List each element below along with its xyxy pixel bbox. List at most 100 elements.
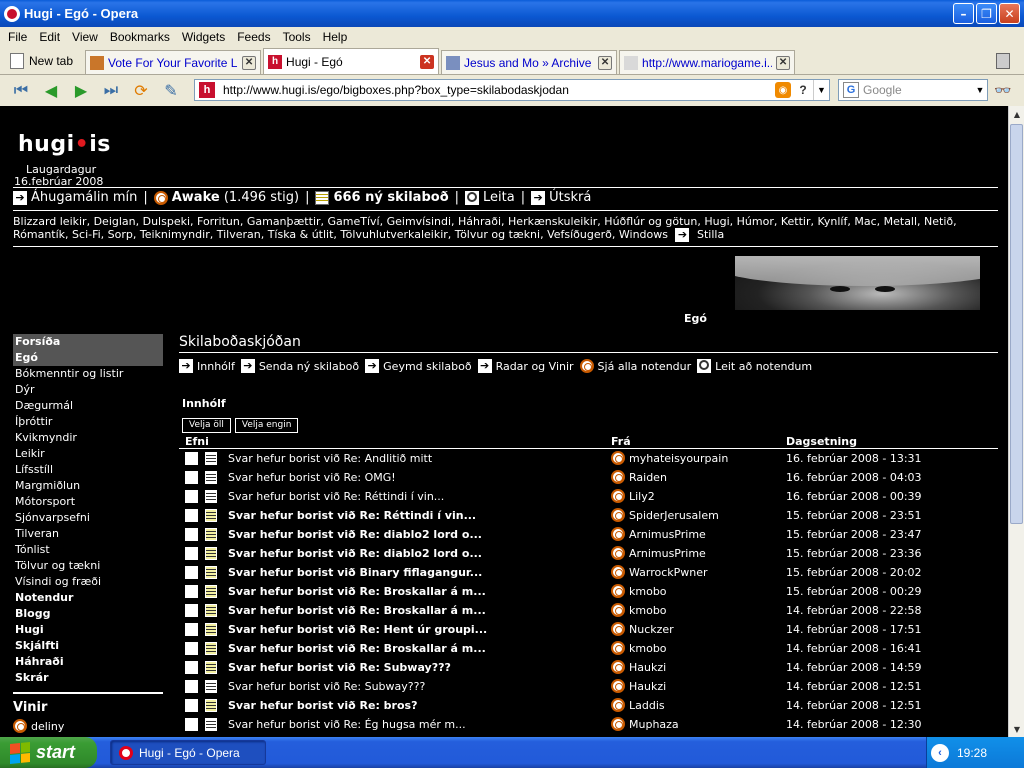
sender-name[interactable]: Haukzi xyxy=(629,680,666,693)
back-button[interactable]: ◀ xyxy=(38,79,64,101)
message-subject-link[interactable]: Svar hefur borist við Re: Subway??? xyxy=(228,680,425,693)
message-sender[interactable]: Lily2 xyxy=(611,489,655,503)
message-subject-link[interactable]: Svar hefur borist við Re: OMG! xyxy=(228,471,396,484)
sender-name[interactable]: Lily2 xyxy=(629,490,655,503)
tab-close-icon[interactable]: ✕ xyxy=(242,55,257,70)
search-link[interactable]: Leita xyxy=(483,190,515,205)
message-sender[interactable]: Haukzi xyxy=(611,660,666,674)
sidebar-item[interactable]: Margmiðlun xyxy=(13,478,163,494)
forward-button[interactable]: ▶ xyxy=(68,79,94,101)
sidebar-item[interactable]: Lífsstíll xyxy=(13,462,163,478)
message-checkbox[interactable] xyxy=(185,509,198,522)
new-tab-button[interactable]: New tab xyxy=(4,48,79,74)
sidebar-item[interactable]: Leikir xyxy=(13,446,163,462)
scroll-down-icon[interactable]: ▼ xyxy=(1009,721,1024,737)
message-subject-link[interactable]: Svar hefur borist við Re: diablo2 lord o… xyxy=(228,528,482,541)
menu-item-edit[interactable]: Edit xyxy=(33,30,66,44)
message-nav-item[interactable]: Sjá alla notendur xyxy=(579,359,691,373)
sidebar-item[interactable]: Egó xyxy=(13,350,163,366)
sender-name[interactable]: Nuckzer xyxy=(629,623,674,636)
sidebar-item[interactable]: Dægurmál xyxy=(13,398,163,414)
status-text[interactable]: Awake xyxy=(172,190,220,205)
tab-close-icon[interactable]: ✕ xyxy=(420,54,435,69)
new-messages-link[interactable]: 666 ný skilaboð xyxy=(333,190,448,205)
menu-item-bookmarks[interactable]: Bookmarks xyxy=(104,30,176,44)
edit-page-button[interactable]: ✎ xyxy=(158,79,184,101)
message-sender[interactable]: ArnimusPrime xyxy=(611,546,706,560)
sidebar-item[interactable]: Notendur xyxy=(13,590,163,606)
message-checkbox[interactable] xyxy=(185,642,198,655)
message-sender[interactable]: SpiderJerusalem xyxy=(611,508,719,522)
menu-item-file[interactable]: File xyxy=(2,30,33,44)
message-subject-link[interactable]: Svar hefur borist við Binary fiflagangur… xyxy=(228,566,482,579)
search-placeholder[interactable]: Google xyxy=(863,83,973,97)
message-nav-item[interactable]: ➔ Geymd skilaboð xyxy=(365,359,472,373)
message-subject-link[interactable]: Svar hefur borist við Re: Subway??? xyxy=(228,661,451,674)
minimize-button[interactable]: – xyxy=(953,3,974,24)
close-window-button[interactable]: ✕ xyxy=(999,3,1020,24)
friend-item[interactable]: deliny xyxy=(13,718,163,734)
message-sender[interactable]: Haukzi xyxy=(611,679,666,693)
fast-forward-button[interactable]: ⏭ xyxy=(98,79,124,101)
tab-close-icon[interactable]: ✕ xyxy=(776,55,791,70)
search-dropdown-icon[interactable]: ▼ xyxy=(973,85,987,95)
message-nav-item[interactable]: ➔ Senda ný skilaboð xyxy=(240,359,359,373)
site-info-icon[interactable]: ? xyxy=(795,83,811,97)
sidebar-item[interactable]: Dýr xyxy=(13,382,163,398)
sidebar-item[interactable]: Forsíða xyxy=(13,334,163,350)
sidebar-item[interactable]: Hugi xyxy=(13,622,163,638)
sender-name[interactable]: ArnimusPrime xyxy=(629,547,706,560)
search-field[interactable]: G Google ▼ xyxy=(838,79,988,101)
message-subject-link[interactable]: Svar hefur borist við Re: Réttindi í vin… xyxy=(228,490,444,503)
hobbies-links[interactable]: Blizzard leikir, Deiglan, Dulspeki, Forr… xyxy=(13,215,957,241)
message-sender[interactable]: Nuckzer xyxy=(611,622,674,636)
message-sender[interactable]: Muphaza xyxy=(611,717,679,731)
sender-name[interactable]: kmobo xyxy=(629,604,667,617)
hobbies-settings-link[interactable]: Stilla xyxy=(697,228,724,241)
sender-name[interactable]: Laddis xyxy=(629,699,665,712)
address-dropdown-icon[interactable]: ▼ xyxy=(813,80,829,100)
message-sender[interactable]: myhateisyourpain xyxy=(611,451,728,465)
message-checkbox[interactable] xyxy=(185,490,198,503)
rewind-button[interactable]: ⏮ xyxy=(8,79,34,101)
message-sender[interactable]: kmobo xyxy=(611,603,667,617)
friend-name[interactable]: deliny xyxy=(31,720,64,733)
tray-expand-icon[interactable]: ‹ xyxy=(931,743,949,762)
sender-name[interactable]: kmobo xyxy=(629,585,667,598)
logout-link[interactable]: Útskrá xyxy=(549,190,591,205)
trash-icon[interactable] xyxy=(996,53,1010,69)
message-nav-item[interactable]: Leit að notendum xyxy=(697,359,812,373)
sidebar-item[interactable]: Tilveran xyxy=(13,526,163,542)
sidebar-item[interactable]: Kvikmyndir xyxy=(13,430,163,446)
sidebar-item[interactable]: Háhraði xyxy=(13,654,163,670)
sender-name[interactable]: Muphaza xyxy=(629,718,679,731)
message-subject-link[interactable]: Svar hefur borist við Re: Hent úr groupi… xyxy=(228,623,487,636)
menu-item-feeds[interactable]: Feeds xyxy=(231,30,276,44)
sidebar-item[interactable]: Skrár xyxy=(13,670,163,686)
message-checkbox[interactable] xyxy=(185,699,198,712)
message-checkbox[interactable] xyxy=(185,452,198,465)
message-subject-link[interactable]: Svar hefur borist við Re: Broskallar á m… xyxy=(228,585,486,598)
tab-close-icon[interactable]: ✕ xyxy=(598,55,613,70)
tab-2[interactable]: Jesus and Mo » Archive ... ✕ xyxy=(441,50,618,74)
menu-item-help[interactable]: Help xyxy=(317,30,354,44)
sidebar-item[interactable]: Blogg xyxy=(13,606,163,622)
taskbar-item-opera[interactable]: Hugi - Egó - Opera xyxy=(110,740,266,765)
message-checkbox[interactable] xyxy=(185,547,198,560)
scroll-up-icon[interactable]: ▲ xyxy=(1009,106,1024,122)
message-subject-link[interactable]: Svar hefur borist við Re: Broskallar á m… xyxy=(228,642,486,655)
zoom-glasses-icon[interactable]: 👓 xyxy=(994,83,1011,99)
select-none-button[interactable]: Velja engin xyxy=(234,418,299,433)
tab-0[interactable]: Vote For Your Favorite L... ✕ xyxy=(85,50,262,74)
reload-button[interactable]: ⟳ xyxy=(128,79,154,101)
menu-item-tools[interactable]: Tools xyxy=(277,30,317,44)
message-subject-link[interactable]: Svar hefur borist við Re: diablo2 lord o… xyxy=(228,547,482,560)
message-sender[interactable]: Laddis xyxy=(611,698,665,712)
start-button[interactable]: start xyxy=(0,737,97,768)
rss-feed-icon[interactable]: ◉ xyxy=(775,82,791,98)
sender-name[interactable]: Raiden xyxy=(629,471,667,484)
sidebar-item[interactable]: Íþróttir xyxy=(13,414,163,430)
message-checkbox[interactable] xyxy=(185,661,198,674)
column-subject[interactable]: Efni xyxy=(185,435,209,448)
message-checkbox[interactable] xyxy=(185,718,198,731)
